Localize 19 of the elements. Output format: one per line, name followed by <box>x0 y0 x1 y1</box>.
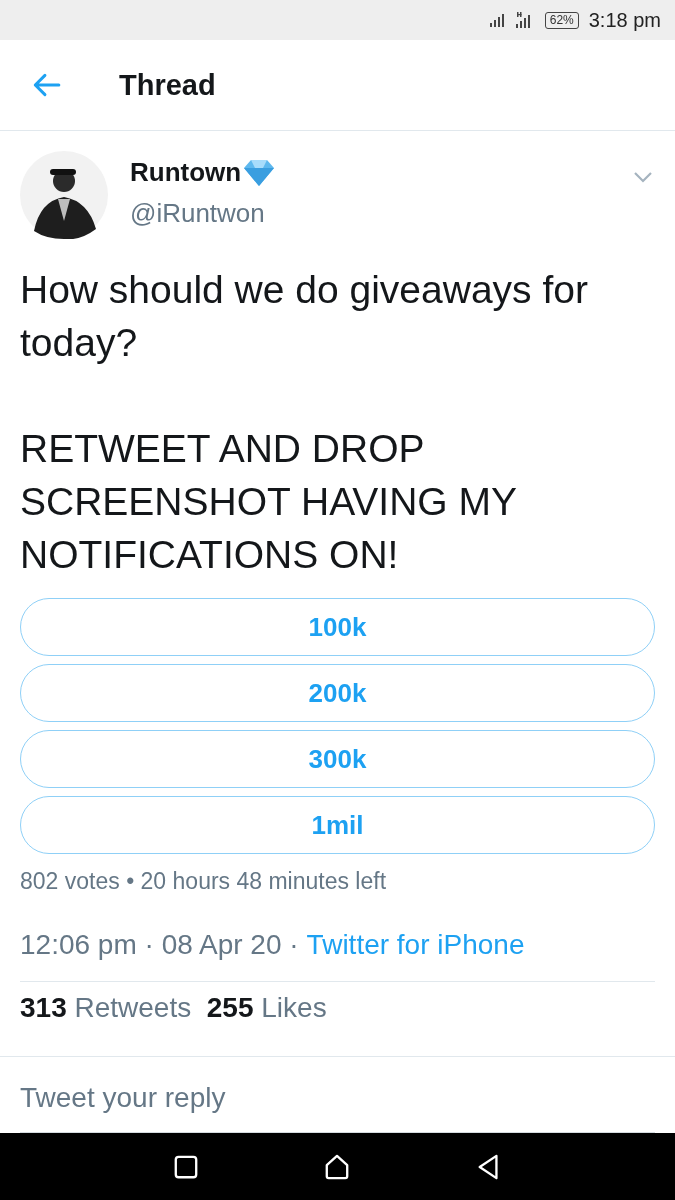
author-name[interactable]: Runtown <box>130 157 242 188</box>
battery-indicator: 62% <box>544 11 579 29</box>
poll-option[interactable]: 100k <box>20 598 655 656</box>
home-button[interactable] <box>324 1153 351 1180</box>
page-title: Thread <box>119 68 216 102</box>
diamond-icon <box>243 158 276 187</box>
tweet-timestamp: 12:06 pm · 08 Apr 20 · <box>20 929 299 961</box>
tweet-stats[interactable]: 313 Retweets 255 Likes <box>20 992 655 1024</box>
author-handle[interactable]: @iRuntwon <box>130 198 633 229</box>
poll-option[interactable]: 200k <box>20 664 655 722</box>
tweet-text: How should we do giveaways for today? <box>20 267 589 366</box>
back-button[interactable] <box>31 72 61 98</box>
poll-summary: 802 votes • 20 hours 48 minutes left <box>20 868 388 895</box>
status-time: 3:18 pm <box>588 8 661 32</box>
source-link[interactable]: Twitter for iPhone <box>306 929 525 961</box>
tweet-text: RETWEET AND DROP SCREENSHOT HAVING MY NOTIFICATIONS ON! <box>20 426 518 578</box>
poll-option[interactable]: 300k <box>20 730 655 788</box>
poll-option[interactable]: 1mil <box>20 796 655 854</box>
recent-apps-button[interactable] <box>172 1153 199 1180</box>
